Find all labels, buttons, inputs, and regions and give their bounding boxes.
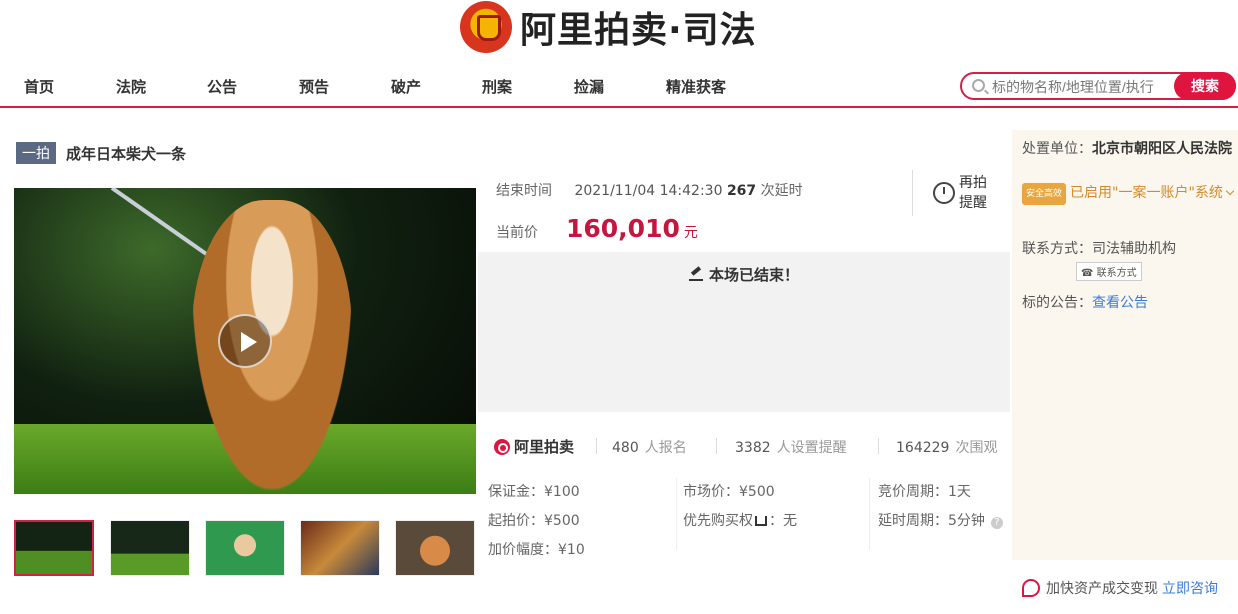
priority-label: 优先购买权 <box>683 513 753 529</box>
reminder-label: 人设置提醒 <box>776 440 847 456</box>
stats-divider <box>878 438 879 454</box>
alipaimai-brand: 阿里拍卖 <box>494 436 574 457</box>
item-title: 成年日本柴犬一条 <box>66 144 187 163</box>
column-divider <box>676 478 677 550</box>
view-stat: 164229 次围观 <box>896 437 997 457</box>
nav-item-court[interactable]: 法院 <box>116 76 146 97</box>
nav-item-notice[interactable]: 公告 <box>207 76 237 97</box>
start-price: 起拍价：¥500 <box>488 513 580 529</box>
safe-badge: 安全高效 <box>1022 183 1067 205</box>
search-box: 搜索 <box>960 72 1236 100</box>
delay-count: 267 <box>726 183 757 199</box>
court-label: 处置单位： <box>1022 141 1092 157</box>
alipaimai-logo-icon <box>494 438 510 455</box>
view-count: 164229 <box>896 440 950 456</box>
contact-button[interactable]: ☎ 联系方式 <box>1076 262 1142 281</box>
deposit: 保证金：¥100 <box>488 484 580 500</box>
chat-icon <box>1022 579 1040 597</box>
item-title-row: 一拍 成年日本柴犬一条 <box>16 142 186 164</box>
price-unit: 元 <box>683 225 698 241</box>
auction-status-text: 本场已结束！ <box>708 266 799 284</box>
priority-value: ：无 <box>769 513 797 529</box>
auction-status: 本场已结束！ <box>478 264 1010 285</box>
help-icon[interactable]: ? <box>990 517 1003 529</box>
nav-item-criminal[interactable]: 刑案 <box>482 76 512 97</box>
nav-item-home[interactable]: 首页 <box>24 76 54 97</box>
view-label: 次围观 <box>955 440 998 456</box>
delay-cycle-text: 延时周期：5分钟 <box>878 513 985 529</box>
current-price-row: 当前价 160,010 元 <box>496 214 698 243</box>
current-price: 160,010 <box>566 214 680 243</box>
nav-item-bankruptcy[interactable]: 破产 <box>391 76 421 97</box>
reminder-stat: 3382 人设置提醒 <box>735 437 847 457</box>
phone-icon: ☎ <box>1081 268 1094 279</box>
court-emblem-icon <box>460 1 512 53</box>
stats-divider <box>596 438 597 454</box>
signup-stat: 480 人报名 <box>612 437 687 457</box>
nav-item-preview[interactable]: 预告 <box>299 76 329 97</box>
consult-text: 加快资产成交变现 <box>1046 581 1158 597</box>
thumbnail-3[interactable] <box>205 520 285 576</box>
brand-name: 阿里拍卖 <box>514 438 575 456</box>
gavel-icon <box>688 267 703 281</box>
thumbnail-2[interactable] <box>110 520 190 576</box>
details-column-2: 市场价：¥500 优先购买权 ：无 <box>683 478 797 536</box>
thumbnail-1[interactable] <box>14 520 94 576</box>
details-column-3: 竞价周期：1天 延时周期：5分钟? <box>878 478 1003 536</box>
consult-now-link[interactable]: 立即咨询 <box>1162 578 1218 598</box>
contact-info: 联系方式：司法辅助机构 <box>1022 238 1176 258</box>
stats-divider <box>716 438 717 454</box>
contact-value: 司法辅助机构 <box>1092 241 1176 257</box>
logo-text: 阿里拍卖·司法 <box>520 10 757 51</box>
consult-banner: 加快资产成交变现 立即咨询 <box>1022 578 1218 598</box>
column-divider <box>869 478 870 550</box>
auction-status-panel: 本场已结束！ <box>478 252 1010 412</box>
nav-item-customers[interactable]: 精准获客 <box>666 76 726 97</box>
disposal-court: 处置单位：北京市朝阳区人民法院 <box>1022 138 1236 161</box>
court-name[interactable]: 北京市朝阳区人民法院 <box>1092 141 1232 157</box>
end-time-label: 结束时间 <box>496 183 552 199</box>
chevron-down-icon <box>1225 186 1235 196</box>
delay-cycle: 延时周期：5分钟? <box>878 507 1003 536</box>
priority-icon <box>755 516 767 526</box>
search-button[interactable]: 搜索 <box>1174 72 1236 100</box>
signup-count: 480 <box>612 440 639 456</box>
thumbnail-5[interactable] <box>395 520 475 576</box>
market-price: 市场价：¥500 <box>683 484 775 500</box>
contact-button-label: 联系方式 <box>1096 268 1137 279</box>
search-input[interactable] <box>992 77 1176 97</box>
signup-label: 人报名 <box>644 440 687 456</box>
bid-increment: 加价幅度：¥10 <box>488 542 585 558</box>
auction-round-badge: 一拍 <box>16 142 56 164</box>
site-logo[interactable]: 阿里拍卖·司法 <box>460 0 757 54</box>
current-price-label: 当前价 <box>496 225 538 241</box>
end-time-row: 结束时间 2021/11/04 14:42:30 267 次延时 <box>496 180 803 200</box>
alarm-clock-icon <box>933 182 955 204</box>
contact-label: 联系方式： <box>1022 241 1092 257</box>
priority-purchase: 优先购买权 ：无 <box>683 507 797 536</box>
reminder-count: 3382 <box>735 440 771 456</box>
thumbnail-4[interactable] <box>300 520 380 576</box>
account-security-info[interactable]: 安全高效 已启用"一案一账户"系统 <box>1022 182 1236 205</box>
main-nav: 首页 法院 公告 预告 破产 刑案 捡漏 精准获客 搜索 <box>0 66 1238 108</box>
play-video-icon[interactable] <box>218 314 272 368</box>
item-notice: 标的公告：查看公告 <box>1022 292 1148 312</box>
bidding-cycle: 竞价周期：1天 <box>878 484 971 500</box>
nav-item-bargain[interactable]: 捡漏 <box>574 76 604 97</box>
details-column-1: 保证金：¥100 起拍价：¥500 加价幅度：¥10 <box>488 478 585 565</box>
site-header: 阿里拍卖·司法 <box>0 0 1238 60</box>
reauction-reminder-button[interactable]: 再拍提醒 <box>912 170 991 216</box>
image-dog <box>192 200 352 490</box>
view-notice-link[interactable]: 查看公告 <box>1092 295 1148 311</box>
notice-label: 标的公告： <box>1022 295 1092 311</box>
thumbnail-strip <box>14 520 475 580</box>
search-icon <box>972 79 985 92</box>
disposal-info-panel: 处置单位：北京市朝阳区人民法院 安全高效 已启用"一案一账户"系统 联系方式：司法… <box>1012 130 1238 560</box>
end-time-value: 2021/11/04 14:42:30 <box>574 183 723 199</box>
delay-count-label: 次延时 <box>760 183 803 199</box>
security-text: 已启用"一案一账户"系统 <box>1070 185 1223 201</box>
reauction-reminder-label: 再拍提醒 <box>959 175 987 211</box>
